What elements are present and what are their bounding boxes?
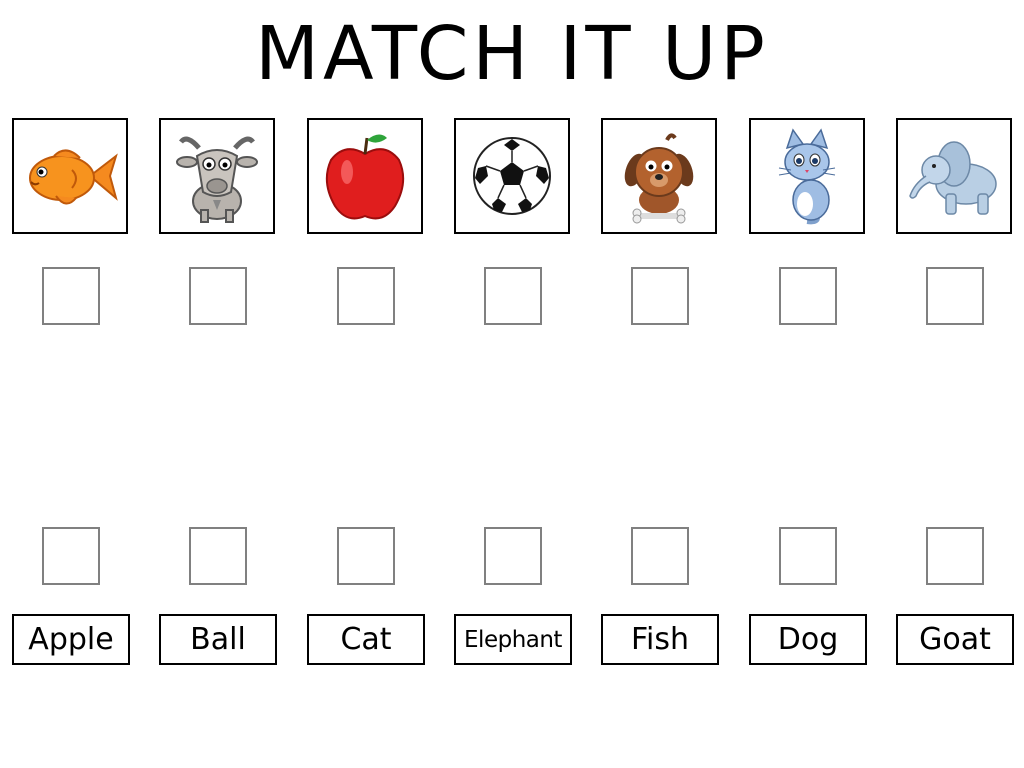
answer-slot-top-5[interactable] [631,267,689,325]
picture-card-goat[interactable] [159,118,275,234]
answer-slot-bottom-3[interactable] [337,527,395,585]
word-card-goat[interactable]: Goat [896,614,1014,665]
answer-slot-top-2[interactable] [189,267,247,325]
fish-icon [29,149,118,205]
word-card-elephant[interactable]: Elephant [454,614,572,665]
answer-slot-bottom-5[interactable] [631,527,689,585]
answer-slot-bottom-2[interactable] [189,527,247,585]
answer-slot-top-6[interactable] [779,267,837,325]
page-title: MATCH IT UP [255,11,769,97]
elephant-icon [909,141,997,215]
answer-slot-top-3[interactable] [337,267,395,325]
answer-slot-bottom-6[interactable] [779,527,837,585]
word-card-dog[interactable]: Dog [749,614,867,665]
picture-card-cat[interactable] [749,118,865,234]
picture-card-ball[interactable] [454,118,570,234]
picture-card-dog[interactable] [601,118,717,234]
picture-card-elephant[interactable] [896,118,1012,234]
word-card-cat[interactable]: Cat [307,614,425,665]
cat-icon [778,128,836,225]
ball-icon [473,137,551,215]
dog-icon [624,133,694,224]
picture-card-apple[interactable] [307,118,423,234]
word-card-fish[interactable]: Fish [601,614,719,665]
answer-slot-top-1[interactable] [42,267,100,325]
answer-slot-top-7[interactable] [926,267,984,325]
apple-icon [325,134,405,220]
goat-icon [176,136,258,223]
word-card-ball[interactable]: Ball [159,614,277,665]
word-card-apple[interactable]: Apple [12,614,130,665]
answer-slot-bottom-1[interactable] [42,527,100,585]
answer-slot-bottom-7[interactable] [926,527,984,585]
picture-card-fish[interactable] [12,118,128,234]
answer-slot-top-4[interactable] [484,267,542,325]
answer-slot-bottom-4[interactable] [484,527,542,585]
